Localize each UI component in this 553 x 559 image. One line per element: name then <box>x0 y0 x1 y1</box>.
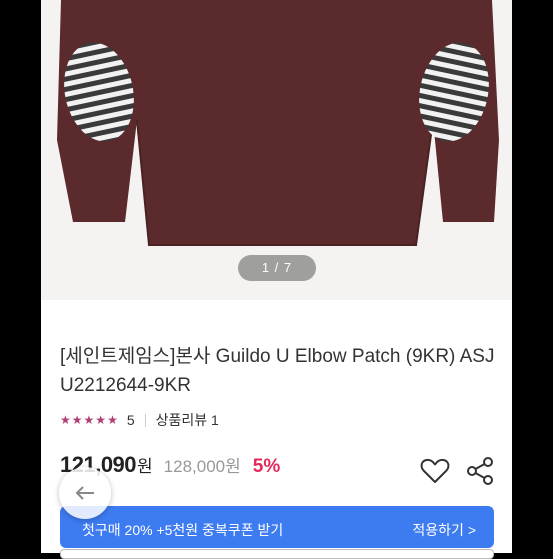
image-pager: 1 / 7 <box>238 255 316 281</box>
star-icon: ★ <box>71 413 83 427</box>
product-title: [세인트제임스]본사 Guildo U Elbow Patch (9KR) AS… <box>60 346 495 396</box>
divider <box>144 413 146 427</box>
product-image[interactable]: 1 / 7 <box>41 0 512 300</box>
price-unit: 원 <box>137 457 153 476</box>
coupon-banner[interactable]: 첫구매 20% +5천원 중복쿠폰 받기 적용하기 > <box>60 506 494 548</box>
star-icon: ★ <box>95 413 107 427</box>
review-link[interactable]: 상품리뷰 1 <box>156 410 219 430</box>
star-icon: ★ <box>60 413 71 427</box>
share-icon[interactable] <box>464 455 496 487</box>
heart-icon[interactable] <box>419 455 451 487</box>
bottom-action-bar[interactable] <box>60 549 494 559</box>
star-rating: ★ ★ ★ ★ ★ <box>60 414 118 426</box>
arrow-left-icon <box>75 486 94 500</box>
original-price: 128,000원 <box>163 457 241 476</box>
coupon-text: 첫구매 20% +5천원 중복쿠폰 받기 <box>82 522 284 538</box>
coupon-apply-link[interactable]: 적용하기 > <box>412 520 476 540</box>
rating-row[interactable]: ★ ★ ★ ★ ★ 5 상품리뷰 1 <box>60 409 219 431</box>
rating-value: 5 <box>126 412 135 428</box>
star-icon: ★ <box>107 413 118 427</box>
star-icon: ★ <box>83 413 95 427</box>
app-frame: 1 / 7 [세인트제임스]본사 Guildo U Elbow Patch (9… <box>41 0 512 553</box>
discount-rate: 5% <box>252 456 281 477</box>
back-button[interactable] <box>59 467 111 519</box>
